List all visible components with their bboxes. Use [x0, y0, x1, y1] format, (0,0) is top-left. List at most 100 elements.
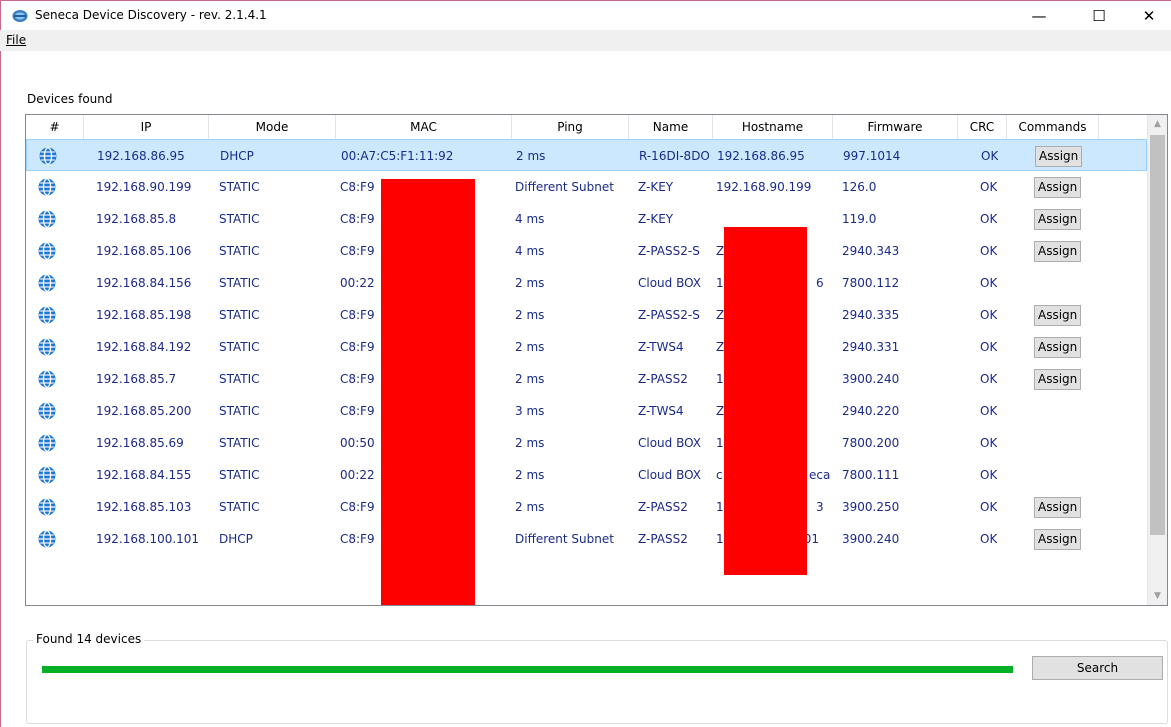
assign-button[interactable]: Assign — [1034, 529, 1082, 550]
cell-ping: 2 ms — [516, 149, 546, 163]
cell-firmware: 3900.240 — [842, 532, 900, 546]
cell-firmware: 997.1014 — [843, 149, 901, 163]
cell-firmware: 7800.200 — [842, 436, 900, 450]
table-row[interactable]: 192.168.85.198 STATIC C8:F9 2 ms Z-PASS2-S Z 2… — [26, 299, 1147, 331]
scrollbar-thumb[interactable] — [1150, 135, 1165, 535]
table-row[interactable]: 192.168.85.69 STATIC 00:50 2 ms Cloud BOX 1 78… — [26, 427, 1147, 459]
menu-file-label: File — [6, 33, 27, 47]
app-icon — [12, 10, 28, 22]
vertical-scrollbar[interactable]: ▲ ▼ — [1147, 115, 1167, 605]
cell-mode: STATIC — [219, 436, 260, 450]
assign-button[interactable]: Assign — [1034, 369, 1082, 390]
assign-button[interactable]: Assign — [1034, 209, 1082, 230]
cell-mac: 00:22 — [340, 276, 375, 290]
cell-crc: OK — [980, 372, 998, 386]
cell-mac: C8:F9 — [340, 500, 375, 514]
cell-firmware: 2940.335 — [842, 308, 900, 322]
cell-hostname: Z — [716, 404, 725, 418]
globe-icon — [38, 498, 56, 516]
assign-button[interactable]: Assign — [1035, 146, 1083, 167]
cell-ping: 2 ms — [515, 500, 545, 514]
column-header-index[interactable]: # — [26, 115, 84, 139]
table-row[interactable]: 192.168.84.156 STATIC 00:22 2 ms Cloud BOX 1 7… — [26, 267, 1147, 299]
table-row[interactable]: 192.168.100.101 DHCP C8:F9 Different Subnet… — [26, 523, 1147, 555]
cell-ip: 192.168.85.198 — [96, 308, 192, 322]
assign-button[interactable]: Assign — [1034, 241, 1082, 262]
redaction-mac — [381, 179, 475, 605]
cell-name: Z-PASS2-S — [638, 308, 700, 322]
table-row[interactable]: 192.168.84.155 STATIC 00:22 2 ms Cloud BOX c 7… — [26, 459, 1147, 491]
cell-ip: 192.168.85.8 — [96, 212, 177, 226]
cell-mac: C8:F9 — [340, 340, 375, 354]
menu-file[interactable]: File — [6, 33, 26, 47]
cell-ip: 192.168.90.199 — [96, 180, 192, 194]
search-button[interactable]: Search — [1032, 656, 1163, 680]
cell-mac: C8:F9 — [340, 308, 375, 322]
cell-firmware: 2940.343 — [842, 244, 900, 258]
cell-mac: C8:F9 — [340, 244, 375, 258]
cell-name: Z-KEY — [638, 180, 674, 194]
table-row[interactable]: 192.168.85.200 STATIC C8:F9 3 ms Z-TWS4 Z 2940… — [26, 395, 1147, 427]
table-row[interactable]: 192.168.85.7 STATIC C8:F9 2 ms Z-PASS2 1 3900.… — [26, 363, 1147, 395]
cell-crc: OK — [980, 212, 998, 226]
cell-name: Cloud BOX — [638, 468, 702, 482]
globe-icon — [38, 466, 56, 484]
devices-table[interactable]: # IP Mode MAC Ping Name Hostname Firmware CRC Com… — [25, 114, 1168, 606]
table-row[interactable]: 192.168.90.199 STATIC C8:F9 Different Subne… — [26, 171, 1147, 203]
cell-hostname: Z — [716, 340, 725, 354]
column-header-firmware[interactable]: Firmware — [833, 115, 958, 139]
column-header-commands[interactable]: Commands — [1007, 115, 1099, 139]
table-row[interactable]: 192.168.86.95 DHCP 00:A7:C5:F1:11:92 2 ms R-… — [26, 139, 1147, 171]
table-row[interactable]: 192.168.85.106 STATIC C8:F9 4 ms Z-PASS2-S Z 2… — [26, 235, 1147, 267]
column-header-ip[interactable]: IP — [84, 115, 209, 139]
cell-mode: DHCP — [219, 532, 253, 546]
table-row[interactable]: 192.168.85.8 STATIC C8:F9 4 ms Z-KEY 119.0 OK A… — [26, 203, 1147, 235]
globe-icon — [38, 402, 56, 420]
assign-button[interactable]: Assign — [1034, 177, 1082, 198]
minimize-button[interactable]: — — [1016, 1, 1062, 31]
cell-mode: STATIC — [219, 340, 260, 354]
column-header-mac[interactable]: MAC — [336, 115, 512, 139]
scroll-down-icon[interactable]: ▼ — [1148, 587, 1167, 605]
column-header-name[interactable]: Name — [629, 115, 713, 139]
assign-button[interactable]: Assign — [1034, 337, 1082, 358]
cell-hostname: 1 — [716, 500, 724, 514]
cell-name: Z-TWS4 — [638, 404, 684, 418]
cell-mac: C8:F9 — [340, 180, 375, 194]
table-row[interactable]: 192.168.84.192 STATIC C8:F9 2 ms Z-TWS4 Z 2940… — [26, 331, 1147, 363]
cell-name: R-16DI-8DO — [639, 149, 710, 163]
cell-firmware: 7800.111 — [842, 468, 900, 482]
cell-mode: STATIC — [219, 212, 260, 226]
assign-button[interactable]: Assign — [1034, 497, 1082, 518]
cell-hostname-tail: 6 — [816, 276, 824, 290]
cell-ip: 192.168.85.200 — [96, 404, 192, 418]
assign-button[interactable]: Assign — [1034, 305, 1082, 326]
cell-hostname: 1 — [716, 276, 724, 290]
cell-mac: 00:22 — [340, 468, 375, 482]
cell-mode: STATIC — [219, 308, 260, 322]
column-header-ping[interactable]: Ping — [512, 115, 629, 139]
cell-mode: STATIC — [219, 244, 260, 258]
globe-icon — [38, 210, 56, 228]
close-button[interactable]: ✕ — [1126, 1, 1171, 31]
globe-icon — [38, 434, 56, 452]
cell-mode: DHCP — [220, 149, 254, 163]
cell-crc: OK — [980, 308, 998, 322]
column-header-crc[interactable]: CRC — [958, 115, 1007, 139]
cell-ip: 192.168.100.101 — [96, 532, 200, 546]
cell-firmware: 2940.331 — [842, 340, 900, 354]
cell-firmware: 119.0 — [842, 212, 877, 226]
column-header-mode[interactable]: Mode — [209, 115, 336, 139]
cell-mac: 00:A7:C5:F1:11:92 — [341, 149, 454, 163]
maximize-button[interactable]: ☐ — [1076, 1, 1122, 31]
globe-icon — [38, 370, 56, 388]
globe-icon — [39, 147, 57, 165]
table-row[interactable]: 192.168.85.103 STATIC C8:F9 2 ms Z-PASS2 1 390… — [26, 491, 1147, 523]
cell-name: Z-PASS2 — [638, 532, 688, 546]
cell-hostname: 192.168.90.199 — [716, 180, 812, 194]
progress-fill — [42, 666, 1013, 673]
cell-crc: OK — [980, 436, 998, 450]
menu-bar: File — [0, 30, 1171, 51]
column-header-hostname[interactable]: Hostname — [713, 115, 833, 139]
scroll-up-icon[interactable]: ▲ — [1148, 115, 1167, 133]
